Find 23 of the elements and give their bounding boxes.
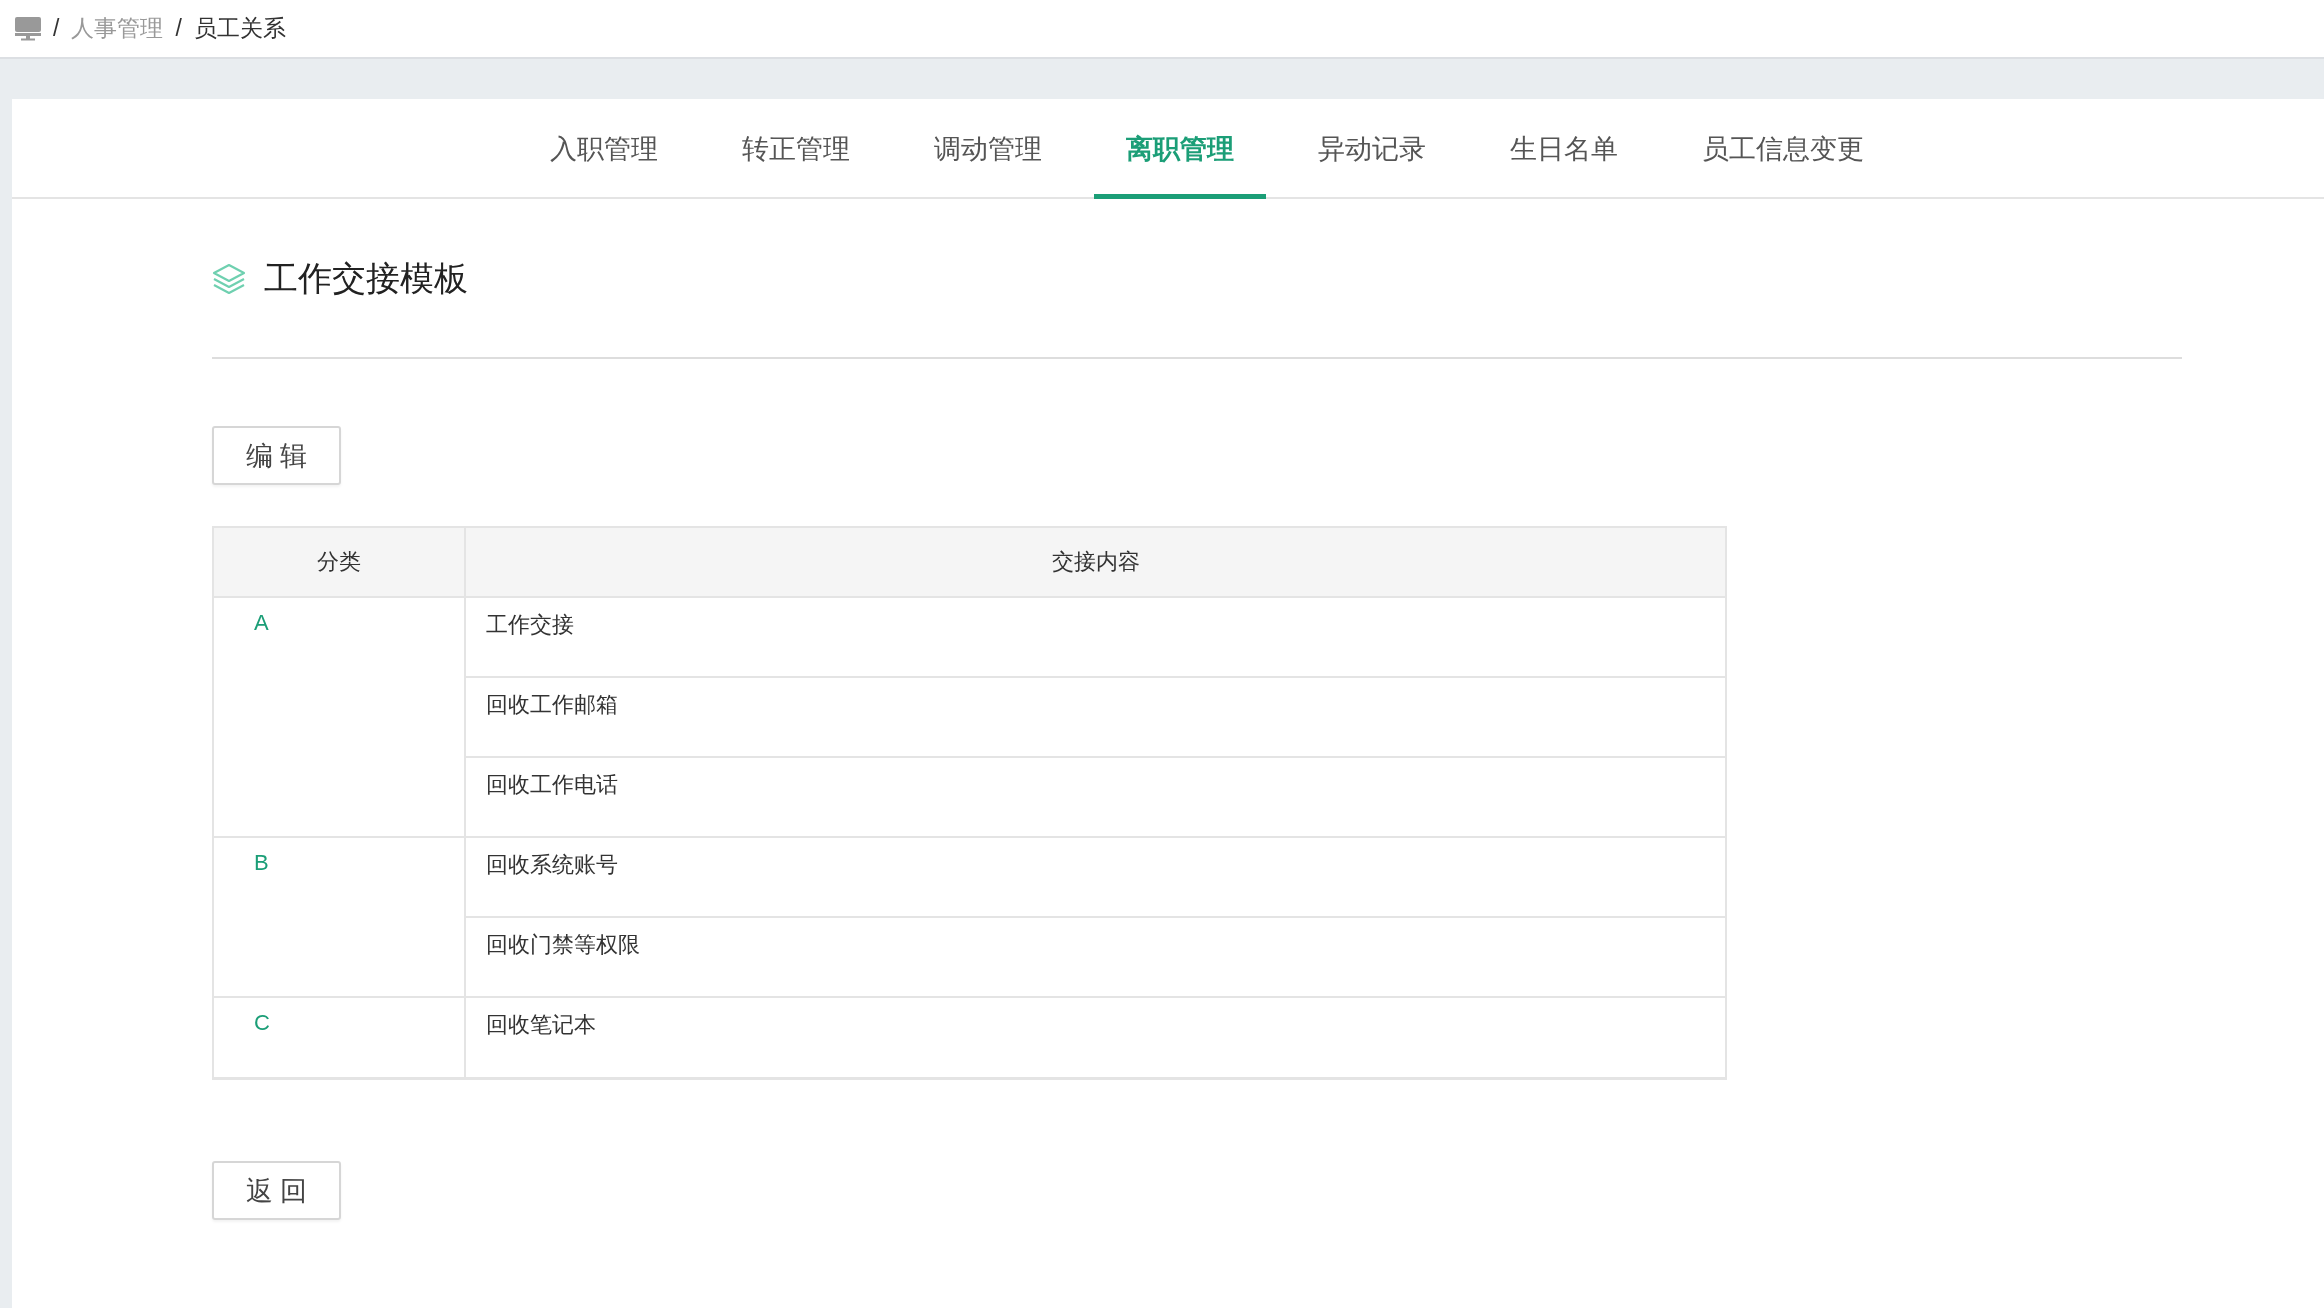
column-header: 交接内容 — [465, 528, 1725, 597]
table-cell: 回收笔记本 — [465, 997, 1725, 1077]
tab[interactable]: 员工信息变更 — [1670, 99, 1896, 199]
breadcrumb-current: 员工关系 — [193, 14, 286, 43]
category-cell: C — [214, 997, 465, 1077]
tab[interactable]: 异动记录 — [1286, 99, 1458, 199]
breadcrumb-separator: / — [53, 15, 60, 42]
tab[interactable]: 入职管理 — [518, 99, 690, 199]
section-title: 工作交接模板 — [264, 258, 468, 299]
column-header: 分类 — [214, 528, 465, 597]
back-button[interactable]: 返 回 — [212, 1161, 341, 1220]
layers-icon — [212, 262, 246, 296]
tab[interactable]: 生日名单 — [1478, 99, 1650, 199]
computer-icon[interactable] — [15, 16, 41, 41]
breadcrumb-separator: / — [175, 15, 182, 42]
category-cell: B — [214, 837, 465, 997]
table-cell: 回收门禁等权限 — [465, 917, 1725, 997]
table-cell: 回收工作邮箱 — [465, 677, 1725, 757]
tab[interactable]: 调动管理 — [902, 99, 1074, 199]
category-cell: A — [214, 597, 465, 837]
tab[interactable]: 转正管理 — [710, 99, 882, 199]
table-cell: 回收工作电话 — [465, 757, 1725, 837]
edit-button[interactable]: 编 辑 — [212, 426, 341, 485]
